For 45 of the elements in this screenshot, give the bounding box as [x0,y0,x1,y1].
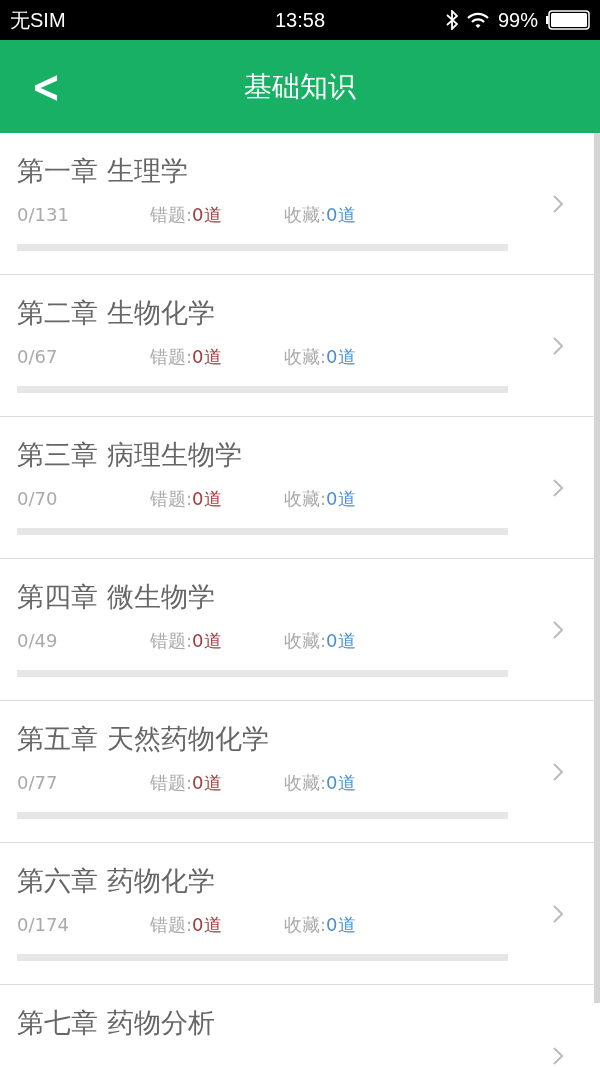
progress-count: 0/174 [17,913,70,937]
carrier-text: 无SIM [10,7,66,33]
wifi-icon [465,11,490,29]
chapter-row[interactable]: 第四章 微生物学 0/49 错题:0道 收藏:0道 [0,559,594,701]
chapter-row[interactable]: 第五章 天然药物化学 0/77 错题:0道 收藏:0道 [0,701,594,843]
chapter-title: 第五章 天然药物化学 [17,722,269,756]
bluetooth-icon [445,10,458,30]
wrong-count: 错题:0道 [150,913,223,937]
progress-count: 0/67 [17,345,59,369]
favorite-count: 收藏:0道 [284,771,357,795]
chevron-right-icon [552,903,564,924]
chapter-title: 第七章 药物分析 [17,1006,215,1040]
chevron-right-icon [552,335,564,356]
chapter-title: 第二章 生物化学 [17,296,215,330]
wrong-count: 错题:0道 [150,629,223,653]
progress-count: 0/131 [17,203,70,227]
chevron-right-icon [552,193,564,214]
clock-time: 13:58 [273,8,327,32]
progress-count: 0/77 [17,771,59,795]
chapter-row[interactable]: 第一章 生理学 0/131 错题:0道 收藏:0道 [0,133,594,275]
battery-icon [546,10,590,30]
chapter-title: 第三章 病理生物学 [17,438,242,472]
chapter-row[interactable]: 第三章 病理生物学 0/70 错题:0道 收藏:0道 [0,417,594,559]
wrong-count: 错题:0道 [150,487,223,511]
battery-percent: 99% [497,8,538,32]
chevron-right-icon [552,761,564,782]
chapter-row[interactable]: 第二章 生物化学 0/67 错题:0道 收藏:0道 [0,275,594,417]
chapter-title: 第一章 生理学 [17,154,188,188]
wrong-count: 错题:0道 [150,345,223,369]
chapter-title: 第四章 微生物学 [17,580,215,614]
favorite-count: 收藏:0道 [284,913,357,937]
chevron-right-icon [552,619,564,640]
wrong-count: 错题:0道 [150,771,223,795]
chapter-row[interactable]: 第六章 药物化学 0/174 错题:0道 收藏:0道 [0,843,594,985]
favorite-count: 收藏:0道 [284,487,357,511]
progress-count: 0/70 [17,487,59,511]
favorite-count: 收藏:0道 [284,345,357,369]
page-title: 基础知识 [243,68,357,105]
favorite-count: 收藏:0道 [284,203,357,227]
progress-count: 0/49 [17,629,59,653]
chevron-right-icon [552,1045,564,1066]
chapter-title: 第六章 药物化学 [17,864,215,898]
wrong-count: 错题:0道 [150,203,223,227]
favorite-count: 收藏:0道 [284,629,357,653]
chevron-right-icon [552,477,564,498]
